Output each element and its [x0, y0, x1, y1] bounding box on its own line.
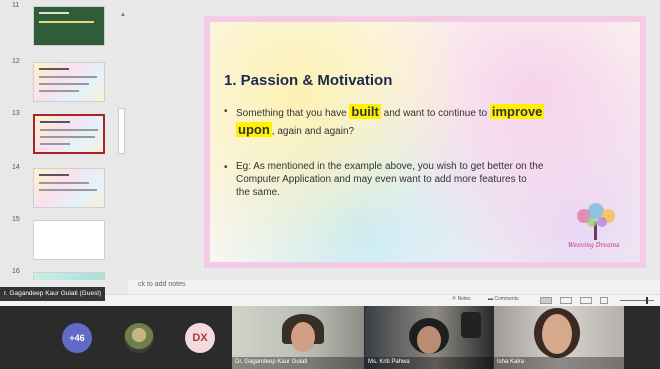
thumbnail-image[interactable]	[33, 168, 105, 208]
notes-placeholder[interactable]: ck to add notes	[138, 281, 185, 288]
participant-face	[542, 314, 572, 354]
slide-sorter-view-icon[interactable]	[560, 297, 572, 304]
zoom-slider[interactable]	[620, 300, 654, 301]
participant-name: Isha Kalra	[494, 357, 624, 369]
participant-face	[417, 326, 441, 354]
comments-button[interactable]: ▬ Comments	[488, 296, 519, 302]
thumbnail-image[interactable]	[33, 272, 105, 280]
slide-frame: 1. Passion & Motivation • Something that…	[204, 16, 646, 268]
notes-button[interactable]: ≙ Notes	[452, 296, 471, 302]
bullet-dot-icon: •	[224, 106, 228, 117]
reading-view-icon[interactable]	[580, 297, 592, 304]
thumbnail-slide-11[interactable]: 11	[0, 2, 128, 50]
thumbnail-number: 16	[12, 268, 20, 275]
bullet-1: • Something that you have built and want…	[224, 104, 624, 138]
thumbnail-number: 13	[12, 110, 20, 117]
participant-video-tile-1[interactable]: Dr. Gagandeep Kaur Gulati	[232, 306, 364, 369]
slide-thumbnail-pane[interactable]: ▲ 11 12 13 14 15 16	[0, 0, 128, 280]
slideshow-view-icon[interactable]	[600, 297, 608, 304]
tree-logo-icon	[577, 203, 615, 240]
thumbnail-image[interactable]	[33, 62, 105, 102]
thumbnail-image[interactable]	[33, 6, 105, 46]
thumbnail-number: 11	[12, 2, 20, 9]
participant-initials-avatar[interactable]: DX	[185, 323, 215, 353]
bullet-1-text-post: , again and again?	[271, 126, 355, 137]
bullet-2-line-3: the same.	[236, 187, 280, 198]
logo-text: Weaving Dreams	[568, 242, 620, 249]
thumbnail-number: 14	[12, 164, 20, 171]
slide-title: 1. Passion & Motivation	[224, 72, 393, 89]
bullet-2: • Eg: As mentioned in the example above,…	[224, 160, 624, 208]
presenter-name-label: r. Gagandeep Kaur Gulati (Guest)	[0, 287, 106, 301]
participant-video-tile-3[interactable]: Isha Kalra	[494, 306, 624, 369]
thumbnail-slide-14[interactable]: 14	[0, 164, 128, 212]
thumbnail-slide-15[interactable]: 15	[0, 216, 128, 264]
thumbnail-scrollbar[interactable]	[118, 108, 125, 154]
bullet-1-text-pre: Something that you have	[236, 108, 350, 119]
bullet-2-line-1: Eg: As mentioned in the example above, y…	[236, 161, 544, 172]
participant-name: Ms. Kriti Pahwa	[365, 357, 493, 369]
current-slide[interactable]: 1. Passion & Motivation • Something that…	[210, 22, 640, 262]
participant-name: Dr. Gagandeep Kaur Gulati	[232, 357, 364, 369]
thumbnail-slide-12[interactable]: 12	[0, 58, 128, 106]
zoom-slider-knob[interactable]	[646, 297, 648, 304]
participant-video-tile-2[interactable]: Ms. Kriti Pahwa	[365, 306, 493, 369]
highlight-built: built	[349, 104, 381, 119]
participant-face	[291, 322, 315, 352]
highlight-upon: upon	[236, 122, 272, 137]
background-object	[461, 312, 481, 338]
more-participants-button[interactable]: +46	[62, 323, 92, 353]
bullet-1-text-mid: and want to continue to	[380, 108, 490, 119]
thumbnail-slide-13[interactable]: 13	[0, 110, 128, 158]
bullet-2-line-2: Computer Application and may even want t…	[236, 174, 527, 185]
participant-avatar[interactable]	[124, 323, 154, 353]
thumbnail-image[interactable]	[33, 220, 105, 260]
meeting-participants-bar: +46 DX Dr. Gagandeep Kaur Gulati Ms. Kri…	[0, 306, 660, 369]
slide-editor[interactable]: 1. Passion & Motivation • Something that…	[128, 0, 660, 280]
weaving-dreams-logo: Weaving Dreams	[564, 202, 628, 254]
normal-view-icon[interactable]	[540, 297, 552, 304]
thumbnail-number: 15	[12, 216, 20, 223]
app-window: ▲ 11 12 13 14 15 16 1. Passion & Motivat…	[0, 0, 660, 369]
bullet-dot-icon: •	[224, 162, 228, 173]
notes-pane[interactable]: ck to add notes	[128, 280, 660, 294]
highlight-improve: improve	[489, 104, 545, 119]
thumbnail-number: 12	[12, 58, 20, 65]
thumbnail-slide-16[interactable]: 16	[0, 268, 128, 280]
thumbnail-image-selected[interactable]	[33, 114, 105, 154]
